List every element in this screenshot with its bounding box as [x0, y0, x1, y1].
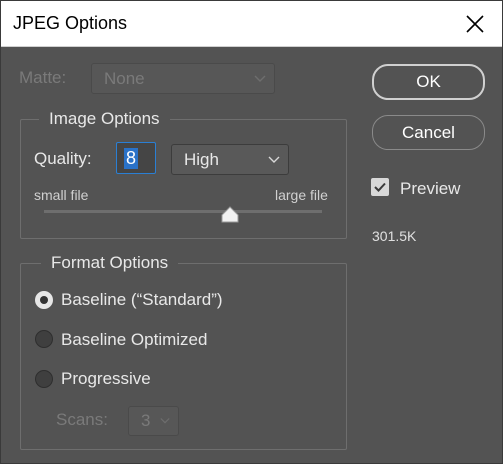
matte-select: None — [91, 63, 275, 94]
close-icon[interactable] — [463, 12, 487, 36]
cancel-button[interactable]: Cancel — [372, 115, 485, 150]
scans-label: Scans: — [56, 410, 108, 429]
scans-value: 3 — [141, 411, 151, 430]
matte-value: None — [104, 68, 145, 88]
dialog-title: JPEG Options — [13, 13, 128, 33]
image-options-title: Image Options — [39, 109, 170, 129]
quality-value: 8 — [124, 148, 139, 169]
checkmark-icon — [374, 182, 386, 192]
progressive-label: Progressive — [61, 369, 151, 388]
file-size-readout: 301.5K — [372, 228, 417, 244]
quality-input[interactable]: 8 — [116, 142, 156, 174]
large-file-label: large file — [275, 187, 328, 203]
radio-baseline-standard[interactable] — [35, 291, 53, 309]
quality-slider-track[interactable] — [44, 210, 322, 213]
title-bar: JPEG Options — [1, 1, 502, 47]
matte-label: Matte: — [19, 68, 67, 87]
quality-preset-select[interactable]: High — [171, 144, 289, 175]
preview-checkbox[interactable] — [371, 178, 389, 196]
chevron-down-icon — [268, 156, 280, 163]
slider-thumb-icon[interactable] — [220, 206, 240, 223]
small-file-label: small file — [34, 187, 89, 203]
format-options-title: Format Options — [41, 253, 179, 273]
quality-label: Quality: — [34, 149, 92, 168]
baseline-standard-label: Baseline (“Standard”) — [61, 290, 223, 309]
chevron-down-icon — [254, 75, 266, 82]
scans-select: 3 — [128, 406, 179, 436]
radio-baseline-optimized[interactable] — [35, 330, 53, 348]
baseline-optimized-label: Baseline Optimized — [61, 330, 208, 349]
preview-label: Preview — [400, 179, 461, 198]
radio-progressive[interactable] — [35, 370, 53, 388]
jpeg-options-dialog: JPEG Options Matte: None Image Options Q… — [0, 0, 503, 464]
quality-preset-value: High — [184, 149, 219, 169]
chevron-down-icon — [160, 418, 170, 424]
ok-button[interactable]: OK — [372, 64, 485, 100]
image-options-group — [20, 119, 347, 239]
